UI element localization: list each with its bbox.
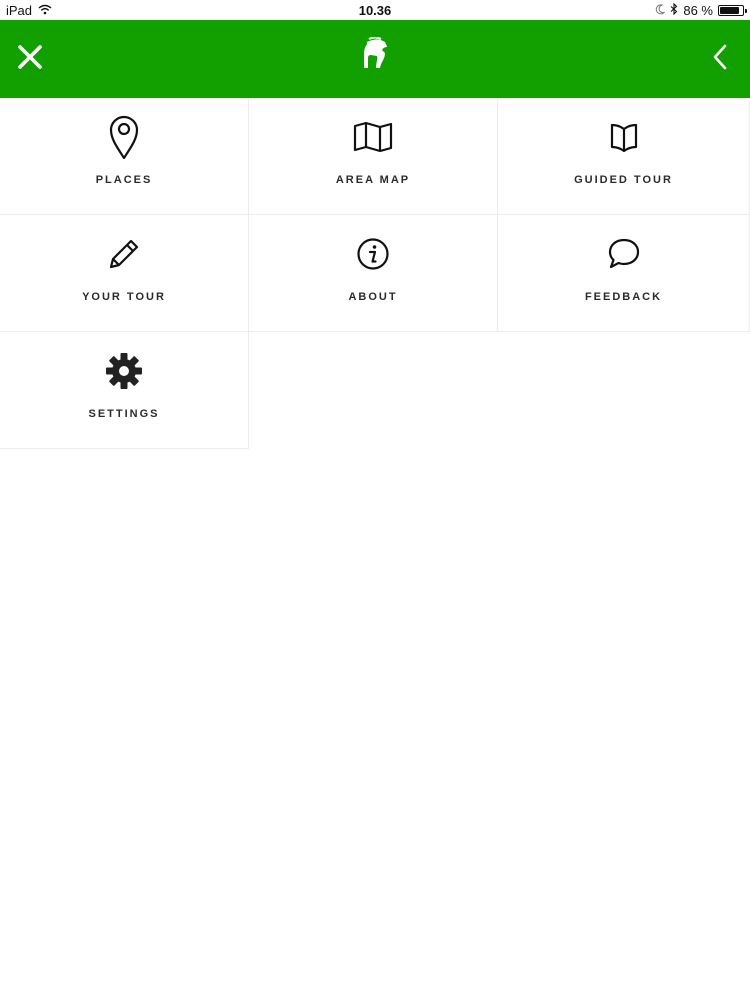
menu-item-label: FEEDBACK	[584, 291, 663, 303]
menu-item-label: GUIDED TOUR	[574, 174, 673, 186]
menu-item-your-tour[interactable]: YOUR TOUR	[0, 215, 249, 332]
menu-item-label: PLACES	[95, 174, 153, 186]
speech-bubble-icon	[607, 231, 641, 277]
folded-map-icon	[353, 114, 393, 160]
menu-item-guided-tour[interactable]: GUIDED TOUR	[498, 98, 750, 215]
close-button[interactable]	[0, 20, 60, 98]
menu-item-area-map[interactable]: AREA MAP	[249, 98, 498, 215]
gear-icon	[105, 348, 143, 394]
pencil-icon	[107, 231, 141, 277]
menu-item-label: ABOUT	[348, 291, 398, 303]
menu-item-label: YOUR TOUR	[82, 291, 166, 303]
close-icon	[17, 44, 43, 75]
menu-item-places[interactable]: PLACES	[0, 98, 249, 215]
spartan-helmet-logo	[359, 37, 391, 71]
menu-item-feedback[interactable]: FEEDBACK	[498, 215, 750, 332]
menu-item-settings[interactable]: SETTINGS	[0, 332, 249, 449]
back-button[interactable]	[690, 20, 750, 98]
battery-icon	[718, 5, 747, 16]
menu-item-label: AREA MAP	[335, 174, 411, 186]
info-icon	[356, 231, 390, 277]
map-pin-icon	[108, 114, 140, 160]
open-book-icon	[609, 114, 639, 160]
battery-percent: 86 %	[683, 3, 713, 18]
battery-fill	[720, 7, 739, 14]
status-bar: iPad 10.36 86 %	[0, 0, 750, 20]
status-right: 86 %	[655, 2, 747, 18]
app-header	[0, 20, 750, 98]
chevron-left-icon	[712, 44, 728, 75]
moon-icon	[655, 3, 667, 18]
status-time: 10.36	[358, 3, 392, 18]
menu-item-label: SETTINGS	[88, 408, 160, 420]
bluetooth-icon	[670, 2, 678, 18]
menu-item-about[interactable]: ABOUT	[249, 215, 498, 332]
